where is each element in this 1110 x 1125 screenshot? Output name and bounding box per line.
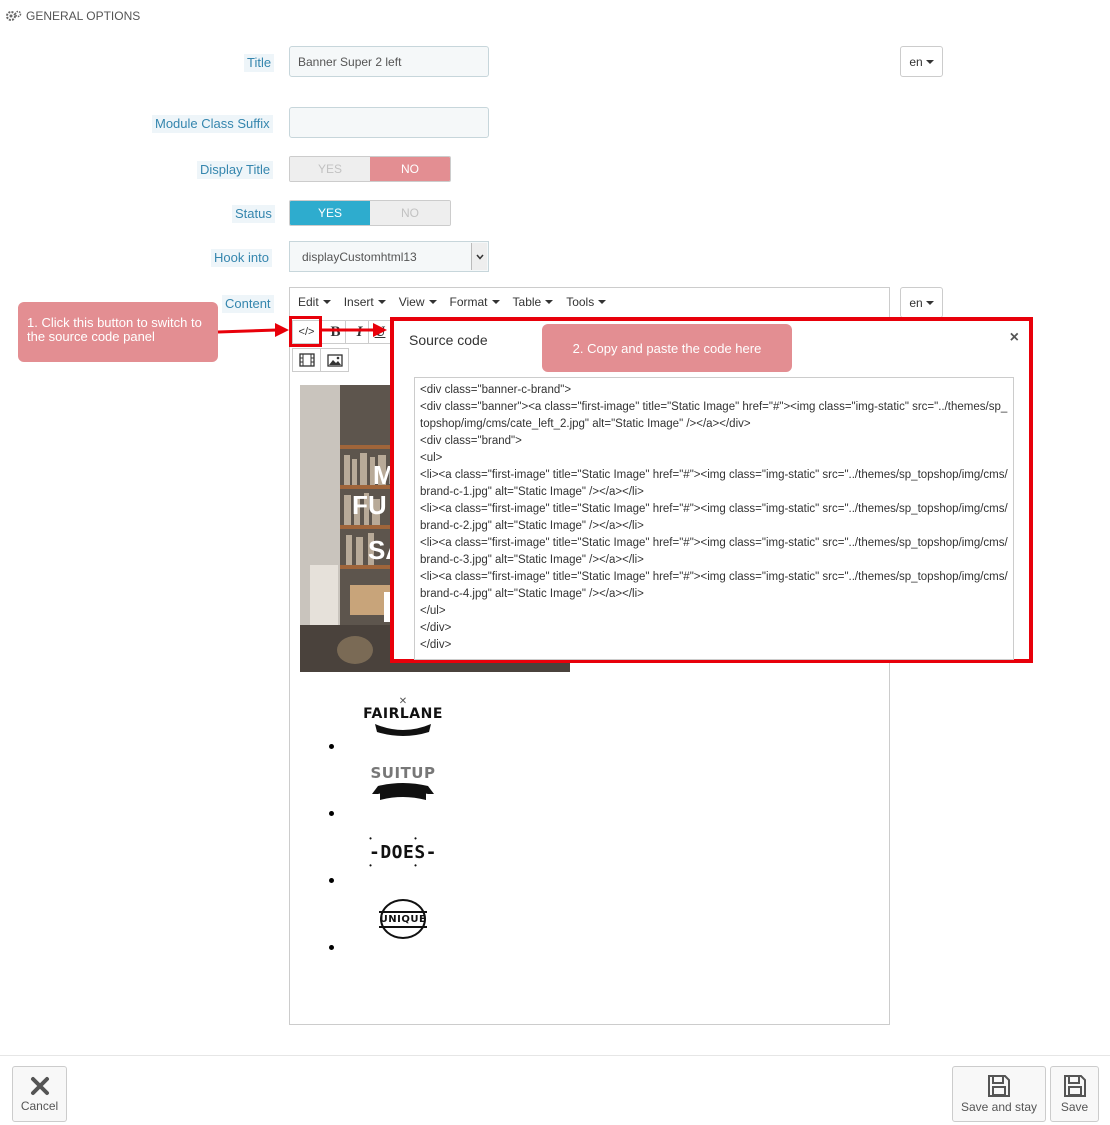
title-input[interactable]: Banner Super 2 left — [289, 46, 489, 77]
caret-down-icon — [377, 300, 386, 304]
list-bullet — [329, 744, 334, 749]
ribbon-icon — [375, 724, 431, 736]
close-icon — [30, 1077, 49, 1095]
chevron-down-icon — [475, 254, 484, 260]
dialog-title: Source code — [409, 332, 488, 348]
menu-edit[interactable]: Edit — [298, 295, 331, 309]
display-title-no-option[interactable]: NO — [370, 157, 450, 181]
menu-tools-label: Tools — [566, 295, 595, 309]
status-no-option[interactable]: NO — [370, 201, 450, 225]
select-arrow[interactable] — [471, 243, 487, 270]
brand-logo-fairlane: ✕ FAIRLANE — [363, 696, 442, 744]
brand-name: -DOES- — [368, 841, 438, 863]
list-bullet — [329, 945, 334, 950]
save-label: Save — [1060, 1100, 1089, 1114]
ribbon-icon — [372, 783, 434, 800]
floppy-disk-icon — [988, 1075, 1010, 1097]
caret-down-icon — [925, 300, 934, 305]
hook-into-value: displayCustomhtml13 — [302, 249, 417, 264]
hook-into-label: Hook into — [211, 249, 272, 267]
menu-tools[interactable]: Tools — [566, 295, 607, 309]
source-code-textarea[interactable]: <div class="banner-c-brand"> <div class=… — [414, 377, 1014, 660]
menu-edit-label: Edit — [298, 295, 319, 309]
brand-logo-suitup: SUITUP — [366, 764, 440, 810]
list-bullet — [329, 811, 334, 816]
status-label: Status — [232, 205, 275, 223]
status-yes-option[interactable]: YES — [290, 201, 370, 225]
display-title-switch[interactable]: YES NO — [289, 156, 451, 182]
save-button[interactable]: Save — [1050, 1066, 1099, 1122]
cancel-label: Cancel — [20, 1099, 59, 1113]
display-title-yes-option[interactable]: YES — [290, 157, 370, 181]
film-icon — [298, 353, 315, 367]
title-label: Title — [244, 54, 275, 72]
hook-into-select[interactable]: displayCustomhtml13 — [289, 241, 489, 272]
insert-image-button[interactable] — [320, 348, 349, 372]
dots-decoration: • • — [369, 860, 437, 870]
floppy-disk-icon — [1063, 1075, 1086, 1097]
brand-name: FAIRLANE — [363, 706, 443, 722]
insert-video-button[interactable] — [292, 348, 321, 372]
caret-down-icon — [545, 300, 554, 304]
display-title-label: Display Title — [197, 161, 274, 179]
image-icon — [326, 353, 343, 367]
title-language-button[interactable]: en — [900, 46, 943, 77]
module-class-suffix-label: Module Class Suffix — [152, 115, 273, 133]
brand-name: UNIQUE — [378, 910, 428, 928]
cross-icon: ✕ — [398, 696, 408, 707]
module-class-suffix-input[interactable] — [289, 107, 489, 138]
annotation-arrows — [217, 323, 387, 337]
content-language-label: en — [909, 295, 923, 310]
footer-divider — [0, 1055, 1110, 1056]
callout-step-1: 1. Click this button to switch to the so… — [18, 302, 218, 362]
callout-step-2: 2. Copy and paste the code here — [542, 324, 792, 372]
menu-format[interactable]: Format — [450, 295, 500, 309]
caret-down-icon — [598, 300, 607, 304]
cogs-icon — [6, 10, 22, 21]
menu-table[interactable]: Table — [513, 295, 554, 309]
brand-name: SUITUP — [370, 764, 436, 782]
menu-insert[interactable]: Insert — [344, 295, 386, 309]
status-switch[interactable]: YES NO — [289, 200, 451, 226]
caret-down-icon — [322, 300, 331, 304]
title-language-label: en — [909, 54, 923, 69]
badge-shape: UNIQUE — [378, 899, 428, 939]
caret-down-icon — [428, 300, 437, 304]
content-language-button[interactable]: en — [900, 287, 943, 318]
menu-view-label: View — [398, 295, 425, 309]
panel-heading: GENERAL OPTIONS — [6, 7, 140, 25]
banner-text-line-2: FU — [352, 490, 387, 520]
brand-logo-does: • • -DOES- • • — [366, 832, 440, 872]
save-and-stay-label: Save and stay — [960, 1100, 1038, 1114]
menu-table-label: Table — [512, 295, 542, 309]
cancel-button[interactable]: Cancel — [12, 1066, 67, 1122]
caret-down-icon — [491, 300, 500, 304]
menu-view[interactable]: View — [399, 295, 437, 309]
caret-down-icon — [925, 59, 934, 64]
menu-format-label: Format — [449, 295, 488, 309]
menu-insert-label: Insert — [343, 295, 374, 309]
content-label: Content — [222, 295, 274, 313]
list-bullet — [329, 878, 334, 883]
panel-heading-text: GENERAL OPTIONS — [26, 9, 141, 23]
close-icon[interactable]: × — [1010, 329, 1019, 347]
save-and-stay-button[interactable]: Save and stay — [952, 1066, 1046, 1122]
brand-logo-unique: UNIQUE — [378, 898, 428, 940]
editor-menubar: Edit Insert View Format Table Tools — [290, 288, 889, 316]
